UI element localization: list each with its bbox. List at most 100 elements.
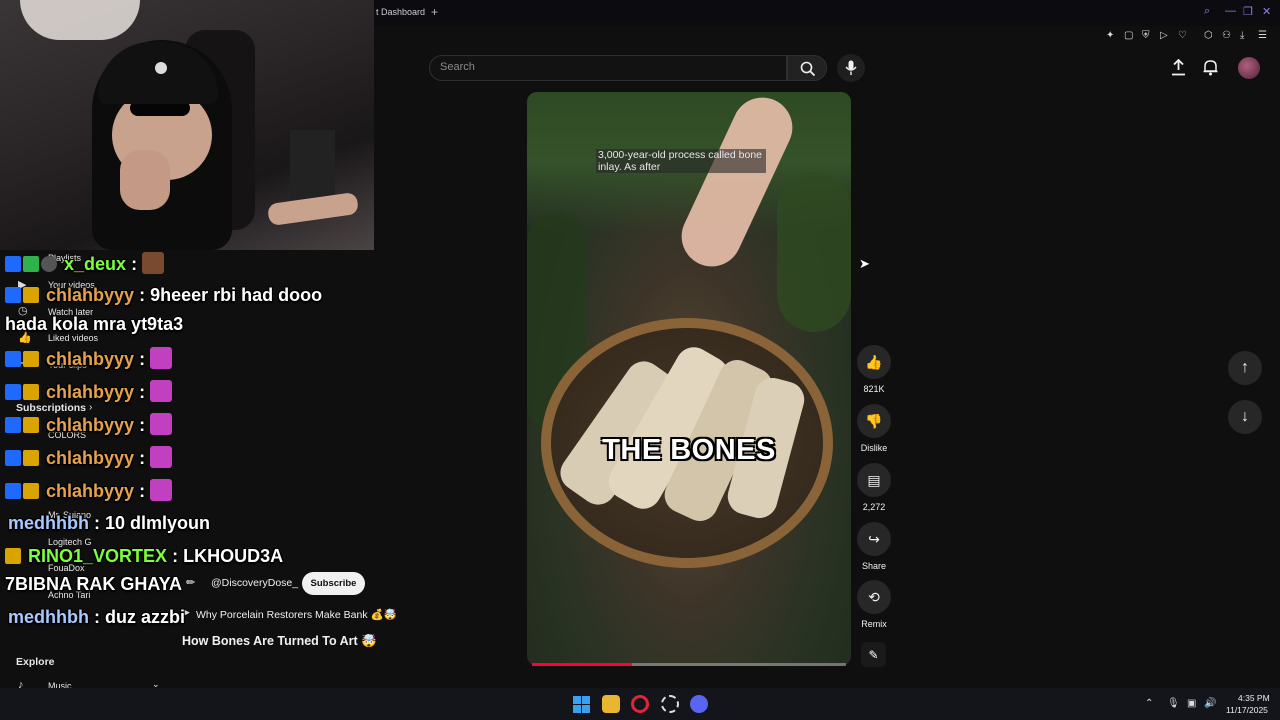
streamer-webcam [0, 0, 374, 250]
search-icon [800, 61, 816, 77]
chat-text: : [139, 382, 146, 402]
extensions-icon[interactable]: ⬡ [1204, 30, 1213, 41]
comments-button[interactable]: ▤ 2,272 [852, 463, 896, 512]
search-box[interactable] [429, 55, 787, 81]
chat-username: medhhbh [8, 513, 89, 533]
remix-button[interactable]: ⟲ Remix [852, 580, 896, 629]
network-icon[interactable]: ▣ [1187, 698, 1196, 709]
chevron-right-icon[interactable]: › [89, 402, 92, 413]
prime-badge-icon [5, 450, 21, 466]
download-icon[interactable]: ⤓ [1240, 30, 1244, 41]
restore-icon[interactable]: ❐ [1243, 5, 1253, 18]
chat-message: RINO1_VORTEX : LKHOUD3A [5, 546, 283, 567]
subscribe-button[interactable]: Subscribe [302, 572, 365, 595]
chat-message: chlahbyyy : [5, 413, 173, 436]
share-icon: ↪ [857, 522, 891, 556]
share-label: Share [861, 561, 887, 571]
crown-badge-icon [23, 450, 39, 466]
subscriber-badge-icon [23, 256, 39, 272]
sound-pivot-icon[interactable]: ✎ [861, 642, 886, 667]
opera-gx-icon[interactable] [631, 695, 649, 713]
remix-icon: ⟲ [857, 580, 891, 614]
next-short-button[interactable]: ↓ [1228, 400, 1262, 434]
thumbs-down-icon: 👎 [857, 404, 891, 438]
like-button[interactable]: 👍 821K [852, 345, 896, 394]
volume-icon[interactable]: 🔊 [1204, 698, 1216, 709]
chat-username: RINO1_VORTEX [28, 546, 168, 566]
prime-badge-icon [5, 256, 21, 272]
chat-message: chlahbyyy : [5, 347, 173, 370]
search-input[interactable]: Search [440, 61, 475, 73]
chat-text: : LKHOUD3A [172, 546, 284, 566]
prime-badge-icon [5, 351, 21, 367]
chat-text: : [139, 349, 146, 369]
search-tabs-icon[interactable]: ⌕ [1204, 5, 1210, 18]
search-button[interactable] [787, 55, 827, 81]
notifications-bell-icon[interactable] [1203, 59, 1218, 76]
crown-badge-icon [23, 483, 39, 499]
previous-short-button[interactable]: ↑ [1228, 351, 1262, 385]
explore-heading: Explore [16, 656, 55, 668]
chat-username: medhhbh [8, 607, 89, 627]
chat-emote [150, 380, 173, 402]
arrow-down-icon: ↓ [1241, 408, 1249, 425]
chat-text: : 9heeer rbi had dooo [139, 285, 323, 305]
chrome-icon[interactable] [661, 695, 679, 713]
prime-badge-icon [5, 483, 21, 499]
vip-badge-icon [41, 256, 57, 272]
heart-icon[interactable]: ♡ [1178, 30, 1187, 41]
video-progress-fill [532, 663, 632, 666]
menu-icon[interactable]: ☰ [1258, 30, 1267, 41]
windows-start-icon[interactable] [573, 696, 590, 713]
voice-search-button[interactable] [837, 54, 865, 82]
like-count: 821K [863, 384, 885, 394]
chat-username: chlahbyyy [46, 382, 135, 402]
crown-badge-icon [23, 384, 39, 400]
mouse-cursor-icon: ➤ [859, 256, 870, 271]
close-icon[interactable]: ✕ [1262, 5, 1271, 18]
comments-count: 2,272 [862, 502, 886, 512]
chat-username: chlahbyyy [46, 285, 135, 305]
screenshot-icon[interactable]: ▢ [1124, 30, 1133, 41]
clock-time[interactable]: 4:35 PM [1238, 693, 1270, 703]
thumbs-up-icon: 👍 [857, 345, 891, 379]
microphone-tray-icon[interactable]: 🎙 [1167, 698, 1180, 709]
arrow-up-icon: ↑ [1241, 359, 1249, 376]
chat-message: chlahbyyy : [5, 446, 173, 469]
chat-message: medhhbh : 10 dlmlyoun [8, 513, 210, 534]
pin-icon[interactable]: ✦ [1106, 30, 1114, 41]
browser-tab-label[interactable]: t Dashboard [376, 7, 425, 17]
chat-username: x_deux [64, 254, 127, 274]
new-tab-button[interactable]: + [431, 5, 438, 19]
remix-label: Remix [861, 619, 887, 629]
chat-message: chlahbyyy : [5, 380, 173, 403]
clock-date[interactable]: 11/17/2025 [1226, 705, 1268, 715]
chat-message: chlahbyyy : 9heeer rbi had dooo [5, 285, 322, 306]
avatar[interactable] [1238, 57, 1260, 79]
chat-text: : duz azzbi [94, 607, 186, 627]
crown-badge-icon [23, 417, 39, 433]
discord-icon[interactable] [690, 695, 708, 713]
chat-username: chlahbyyy [46, 349, 135, 369]
dislike-button[interactable]: 👎 Dislike [852, 404, 896, 453]
shield-icon[interactable]: ⛨ [1142, 30, 1150, 41]
microphone-icon [845, 60, 857, 75]
browser-toolbar: ✦ ▢ ⛨ ▷ ♡ ⬡ ⚇ ⤓ ☰ [1100, 30, 1280, 46]
dislike-label: Dislike [860, 443, 888, 453]
account-icon[interactable]: ⚇ [1222, 30, 1231, 41]
crown-badge-icon [5, 548, 21, 564]
upload-icon[interactable] [1171, 59, 1186, 76]
chevron-up-icon[interactable]: ⌃ [1145, 698, 1153, 709]
chat-message: x_deux : [5, 252, 165, 275]
chat-emote [142, 252, 165, 274]
chat-emote [150, 413, 173, 435]
minimize-icon[interactable]: — [1225, 5, 1236, 17]
crown-badge-icon [23, 287, 39, 303]
pencil-icon: ✏ [186, 577, 196, 589]
channel-name[interactable]: @DiscoveryDose_ [211, 577, 298, 589]
play-icon[interactable]: ▷ [1160, 30, 1168, 41]
share-button[interactable]: ↪ Share [852, 522, 896, 571]
linked-video-title[interactable]: Why Porcelain Restorers Make Bank 💰🤯 [196, 608, 397, 621]
file-explorer-icon[interactable] [602, 695, 620, 713]
chat-message: chlahbyyy : [5, 479, 173, 502]
